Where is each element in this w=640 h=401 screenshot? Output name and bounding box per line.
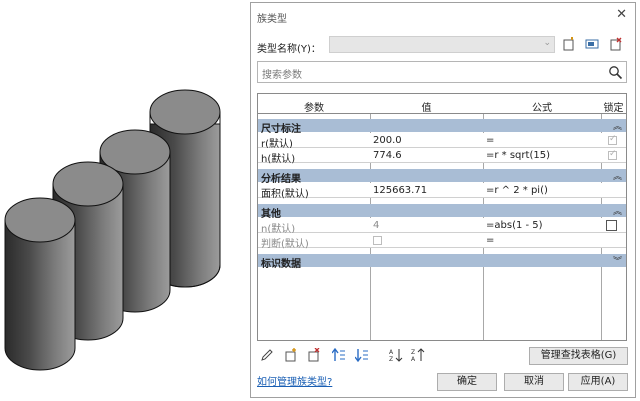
parameter-name: h(默认) [261,154,296,165]
parameter-row-r[interactable]: r(默认) 200.0 = [258,133,626,150]
parameter-name: 面积(默认) [261,189,309,200]
sort-descending-icon[interactable]: ZA [411,348,425,362]
ok-button[interactable]: 确定 [437,373,497,391]
search-icon[interactable] [608,65,623,80]
lock-checkbox[interactable] [608,149,617,160]
parameter-formula[interactable]: = [486,135,494,146]
delete-type-icon[interactable] [609,37,623,51]
delete-parameter-icon[interactable] [307,348,321,362]
column-header-value[interactable]: 值 [370,99,483,114]
type-name-select[interactable]: ⌄ [329,36,555,53]
group-dimensions[interactable]: 尺寸标注 ︽ [258,119,626,135]
lock-checkbox[interactable] [606,220,617,231]
column-header-formula[interactable]: 公式 [483,99,601,114]
column-header-parameter[interactable]: 参数 [258,99,370,114]
move-up-icon[interactable] [332,348,346,362]
group-other[interactable]: 其他 ︽ [258,204,626,220]
move-down-icon[interactable] [355,348,369,362]
parameter-name: 判断(默认) [261,239,309,250]
svg-text:Z: Z [411,349,415,356]
search-parameters-input[interactable]: 搜索参数 [257,61,627,83]
close-icon[interactable]: ✕ [616,7,627,22]
rename-type-icon[interactable] [585,37,599,51]
parameter-formula[interactable]: =r * sqrt(15) [486,150,550,161]
parameter-row-area[interactable]: 面积(默认) 125663.71 =r ^ 2 * pi() [258,183,626,200]
parameters-grid: 参数 值 公式 锁定 尺寸标注 ︽ r(默认) 200.0 = h(默认) 77… [257,93,627,341]
family-types-dialog: 族类型 ✕ 类型名称(Y)： ⌄ 搜索参数 参数 值 公式 锁定 尺寸标注 ︽ [250,2,636,398]
edit-parameter-icon[interactable] [260,348,274,362]
parameter-formula[interactable]: = [486,235,494,246]
collapse-icon[interactable]: ︽ [613,204,622,217]
svg-text:Z: Z [389,356,393,362]
svg-text:A: A [389,349,394,356]
manage-lookup-tables-button[interactable]: 管理查找表格(G) [529,347,628,365]
chevron-down-icon: ⌄ [543,38,551,48]
collapse-icon[interactable]: ︽ [613,119,622,132]
parameter-formula[interactable]: =abs(1 - 5) [486,220,543,231]
model-viewport[interactable] [0,0,250,401]
parameter-value[interactable]: 774.6 [373,150,402,161]
new-parameter-icon[interactable] [284,348,298,362]
parameter-row-n[interactable]: n(默认) 4 =abs(1 - 5) [258,218,626,235]
new-type-icon[interactable] [562,37,576,51]
svg-text:A: A [411,356,416,362]
dialog-title: 族类型 [257,14,287,25]
lock-checkbox[interactable] [608,134,617,145]
type-name-label: 类型名称(Y)： [257,44,321,55]
apply-button[interactable]: 应用(A) [568,373,628,391]
grid-header: 参数 值 公式 锁定 [258,94,626,114]
column-header-lock[interactable]: 锁定 [601,99,626,114]
cancel-button[interactable]: 取消 [504,373,564,391]
collapse-icon[interactable]: ︽ [613,169,622,182]
help-link[interactable]: 如何管理族类型? [257,373,332,388]
cylinder-1 [4,197,76,371]
parameter-value[interactable]: 125663.71 [373,185,427,196]
group-identity-data[interactable]: 标识数据 ︾ [258,254,626,270]
parameter-row-judge[interactable]: 判断(默认) = [258,233,626,250]
search-placeholder: 搜索参数 [262,70,302,81]
parameter-value[interactable]: 4 [373,220,379,231]
parameter-value[interactable]: 200.0 [373,135,402,146]
sort-ascending-icon[interactable]: AZ [389,348,403,362]
value-checkbox[interactable] [373,236,382,245]
expand-icon[interactable]: ︾ [613,254,622,267]
parameter-formula[interactable]: =r ^ 2 * pi() [486,185,548,196]
parameter-row-h[interactable]: h(默认) 774.6 =r * sqrt(15) [258,148,626,165]
group-title: 标识数据 [261,259,301,270]
group-analysis-results[interactable]: 分析结果 ︽ [258,169,626,185]
